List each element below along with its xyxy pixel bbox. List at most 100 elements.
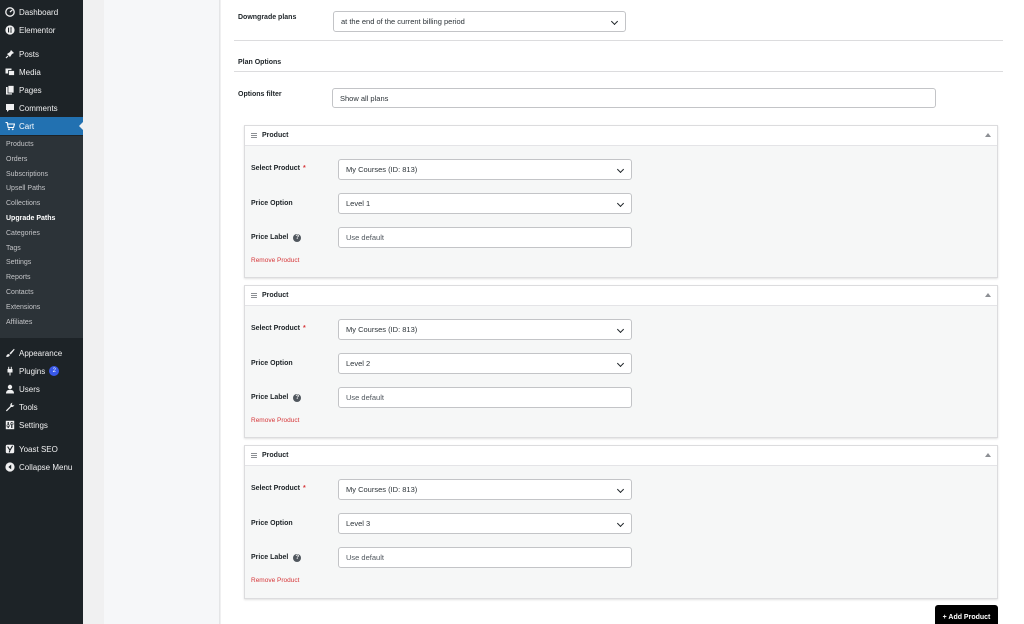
price-option-value: Level 3 <box>346 519 371 528</box>
price-option-value: Level 2 <box>346 359 371 368</box>
brush-icon <box>6 348 15 357</box>
submenu-categories[interactable]: Categories <box>6 230 40 237</box>
downgrade-plans-value: at the end of the current billing period <box>341 17 465 26</box>
required-marker: * <box>303 485 306 492</box>
submenu-affiliates[interactable]: Affiliates <box>6 319 32 326</box>
cart-icon <box>5 121 15 131</box>
select-product-value: My Courses (ID: 813) <box>346 325 418 334</box>
price-option-label: Price Option <box>251 520 293 527</box>
submenu-reports[interactable]: Reports <box>6 274 31 281</box>
price-label-input[interactable]: Use default <box>338 387 632 408</box>
select-product-value: My Courses (ID: 813) <box>346 485 418 494</box>
product-card-title: Product <box>262 292 289 299</box>
collapse-arrow-icon[interactable] <box>985 453 991 457</box>
submenu-collections[interactable]: Collections <box>6 200 40 207</box>
product-card-title: Product <box>262 132 289 139</box>
product-card-header[interactable]: Product <box>245 126 997 146</box>
price-label-label: Price Label? <box>251 394 302 402</box>
drag-handle-icon[interactable] <box>251 453 257 458</box>
menu-label: Yoast SEO <box>19 444 58 454</box>
price-option-dropdown[interactable]: Level 1 <box>338 193 632 214</box>
drag-handle-icon[interactable] <box>251 133 257 138</box>
divider <box>234 40 1003 41</box>
submenu-products[interactable]: Products <box>6 141 34 148</box>
menu-elementor[interactable]: Elementor <box>0 21 83 39</box>
menu-appearance[interactable]: Appearance <box>0 344 83 362</box>
required-marker: * <box>303 165 306 172</box>
select-product-dropdown[interactable]: My Courses (ID: 813) <box>338 319 632 340</box>
menu-label: Media <box>19 67 41 77</box>
plugin-icon <box>7 366 13 376</box>
menu-media[interactable]: Media <box>0 63 83 81</box>
price-option-dropdown[interactable]: Level 2 <box>338 353 632 374</box>
price-label-input[interactable]: Use default <box>338 547 632 568</box>
select-product-dropdown[interactable]: My Courses (ID: 813) <box>338 159 632 180</box>
comment-icon <box>6 104 14 112</box>
select-product-label-text: Select Product <box>251 485 301 492</box>
drag-handle-icon[interactable] <box>251 293 257 298</box>
submenu-settings[interactable]: Settings <box>6 259 31 266</box>
admin-sidebar: Dashboard Elementor Posts Media Pages Co… <box>0 0 83 624</box>
product-card-header[interactable]: Product <box>245 286 997 306</box>
dashboard-icon <box>5 7 15 17</box>
select-product-dropdown[interactable]: My Courses (ID: 813) <box>338 479 632 500</box>
menu-posts[interactable]: Posts <box>0 45 83 63</box>
plan-options-heading: Plan Options <box>238 59 282 66</box>
submenu-upgrade-paths[interactable]: Upgrade Paths <box>6 215 55 222</box>
price-label-text: Price Label <box>251 234 289 241</box>
remove-product-link[interactable]: Remove Product <box>251 417 299 424</box>
submenu-contacts[interactable]: Contacts <box>6 289 34 296</box>
help-icon[interactable]: ? <box>293 394 302 402</box>
remove-product-link[interactable]: Remove Product <box>251 577 299 584</box>
pin-icon <box>5 50 14 59</box>
select-product-label: Select Product * <box>251 325 306 332</box>
menu-label: Cart <box>19 121 35 131</box>
menu-settings[interactable]: Settings <box>0 416 83 434</box>
menu-label: Collapse Menu <box>19 462 73 472</box>
price-option-dropdown[interactable]: Level 3 <box>338 513 632 534</box>
collapse-icon <box>5 462 15 472</box>
remove-product-link[interactable]: Remove Product <box>251 257 299 264</box>
price-label-text: Price Label <box>251 394 289 401</box>
menu-users[interactable]: Users <box>0 380 83 398</box>
price-label-label: Price Label? <box>251 234 302 242</box>
price-label-input[interactable]: Use default <box>338 227 632 248</box>
downgrade-plans-select[interactable]: at the end of the current billing period <box>333 11 626 32</box>
collapse-arrow-icon[interactable] <box>985 133 991 137</box>
menu-label: Users <box>19 384 40 394</box>
options-filter-label: Options filter <box>238 91 282 98</box>
select-product-label: Select Product * <box>251 485 306 492</box>
content-side-strip <box>104 0 220 624</box>
menu-label: Pages <box>19 85 42 95</box>
user-icon <box>6 384 14 394</box>
help-icon[interactable]: ? <box>293 554 302 562</box>
elementor-icon <box>5 25 15 35</box>
submenu-extensions[interactable]: Extensions <box>6 304 40 311</box>
menu-comments[interactable]: Comments <box>0 99 83 117</box>
plugins-update-badge: 2 <box>49 366 60 376</box>
menu-pages[interactable]: Pages <box>0 81 83 99</box>
price-option-value: Level 1 <box>346 199 371 208</box>
product-card-header[interactable]: Product <box>245 446 997 466</box>
price-label-label: Price Label? <box>251 554 302 562</box>
menu-tools[interactable]: Tools <box>0 398 83 416</box>
menu-dashboard[interactable]: Dashboard <box>0 3 83 21</box>
price-label-placeholder: Use default <box>346 233 384 242</box>
add-product-button[interactable]: + Add Product <box>935 605 998 624</box>
menu-cart[interactable]: Cart <box>0 117 83 135</box>
price-label-placeholder: Use default <box>346 553 384 562</box>
product-card-2: Product Select Product * My Courses (ID: … <box>244 285 998 438</box>
submenu-orders[interactable]: Orders <box>6 156 27 163</box>
menu-collapse[interactable]: Collapse Menu <box>0 458 83 476</box>
help-icon[interactable]: ? <box>293 234 302 242</box>
submenu-upsell-paths[interactable]: Upsell Paths <box>6 185 45 192</box>
menu-yoast-seo[interactable]: Yoast SEO <box>0 440 83 458</box>
collapse-arrow-icon[interactable] <box>985 293 991 297</box>
cart-submenu: Products Orders Subscriptions Upsell Pat… <box>0 136 83 338</box>
select-product-value: My Courses (ID: 813) <box>346 165 418 174</box>
submenu-subscriptions[interactable]: Subscriptions <box>6 171 48 178</box>
options-filter-input[interactable]: Show all plans <box>332 88 936 108</box>
submenu-tags[interactable]: Tags <box>6 245 21 252</box>
menu-plugins[interactable]: Plugins 2 <box>0 362 83 380</box>
product-card-1: Product Select Product * My Courses (ID: … <box>244 125 998 278</box>
